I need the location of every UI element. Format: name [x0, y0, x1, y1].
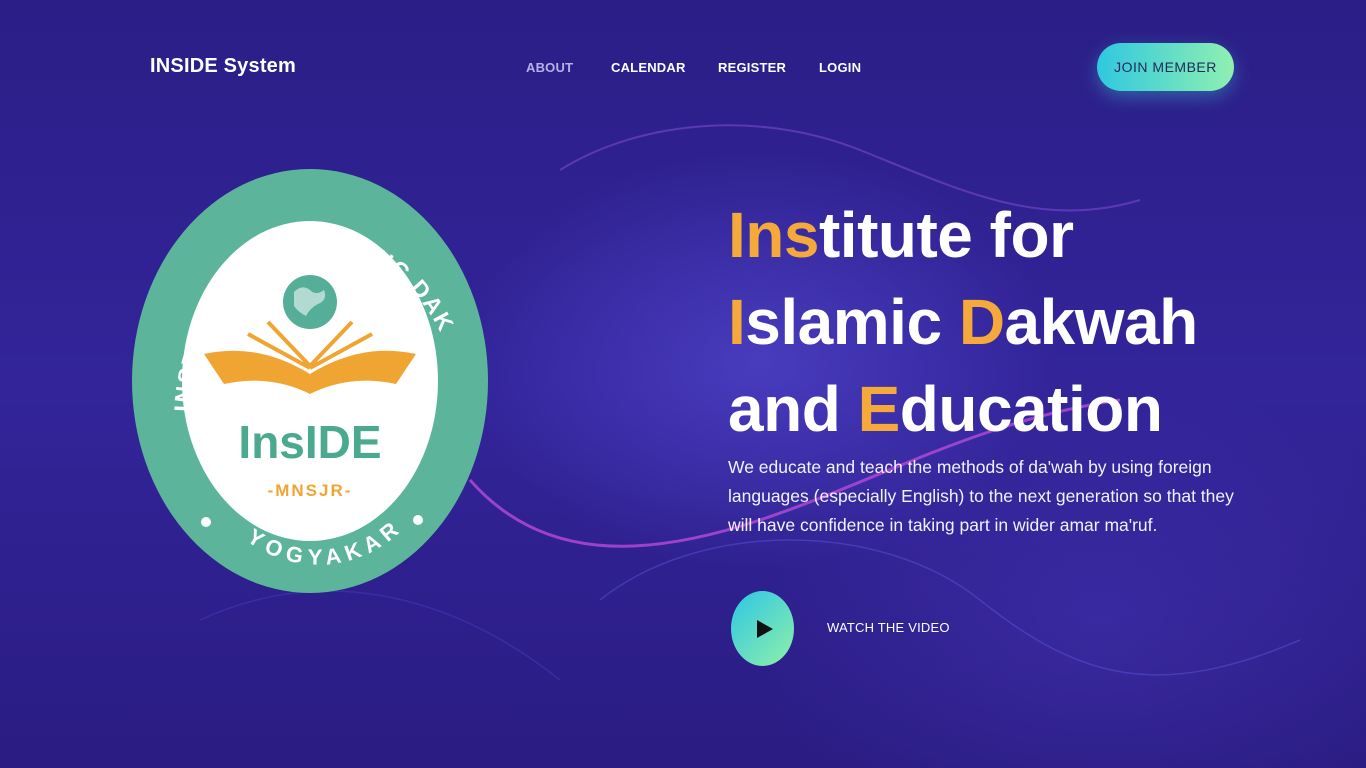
hero-title: Institute for Islamic Dakwah and Educati…	[728, 192, 1198, 453]
nav-login[interactable]: LOGIN	[819, 60, 861, 75]
globe-icon	[283, 275, 337, 329]
join-member-button[interactable]: JOIN MEMBER	[1097, 43, 1234, 91]
seal-name: InsIDE	[238, 416, 381, 468]
brand-logo-text[interactable]: INSIDE System	[150, 55, 296, 78]
institute-logo: INSTITUTE FOR ISLAMIC DAKWAH AND EDUCATI…	[117, 141, 492, 600]
watch-video-link[interactable]: WATCH THE VIDEO	[827, 620, 950, 635]
seal-subname: -MNSJR-	[268, 481, 353, 500]
hero-title-line-2: Islamic Dakwah	[728, 286, 1198, 358]
hero-title-line-3: and Education	[728, 373, 1163, 445]
hero-description: We educate and teach the methods of da'w…	[728, 457, 1234, 535]
play-icon	[756, 619, 773, 638]
nav-about[interactable]: ABOUT	[526, 60, 573, 75]
nav-calendar[interactable]: CALENDAR	[611, 60, 686, 75]
play-video-button[interactable]	[731, 591, 794, 666]
nav-register[interactable]: REGISTER	[718, 60, 786, 75]
hero-title-line-1: Institute for	[728, 199, 1074, 271]
